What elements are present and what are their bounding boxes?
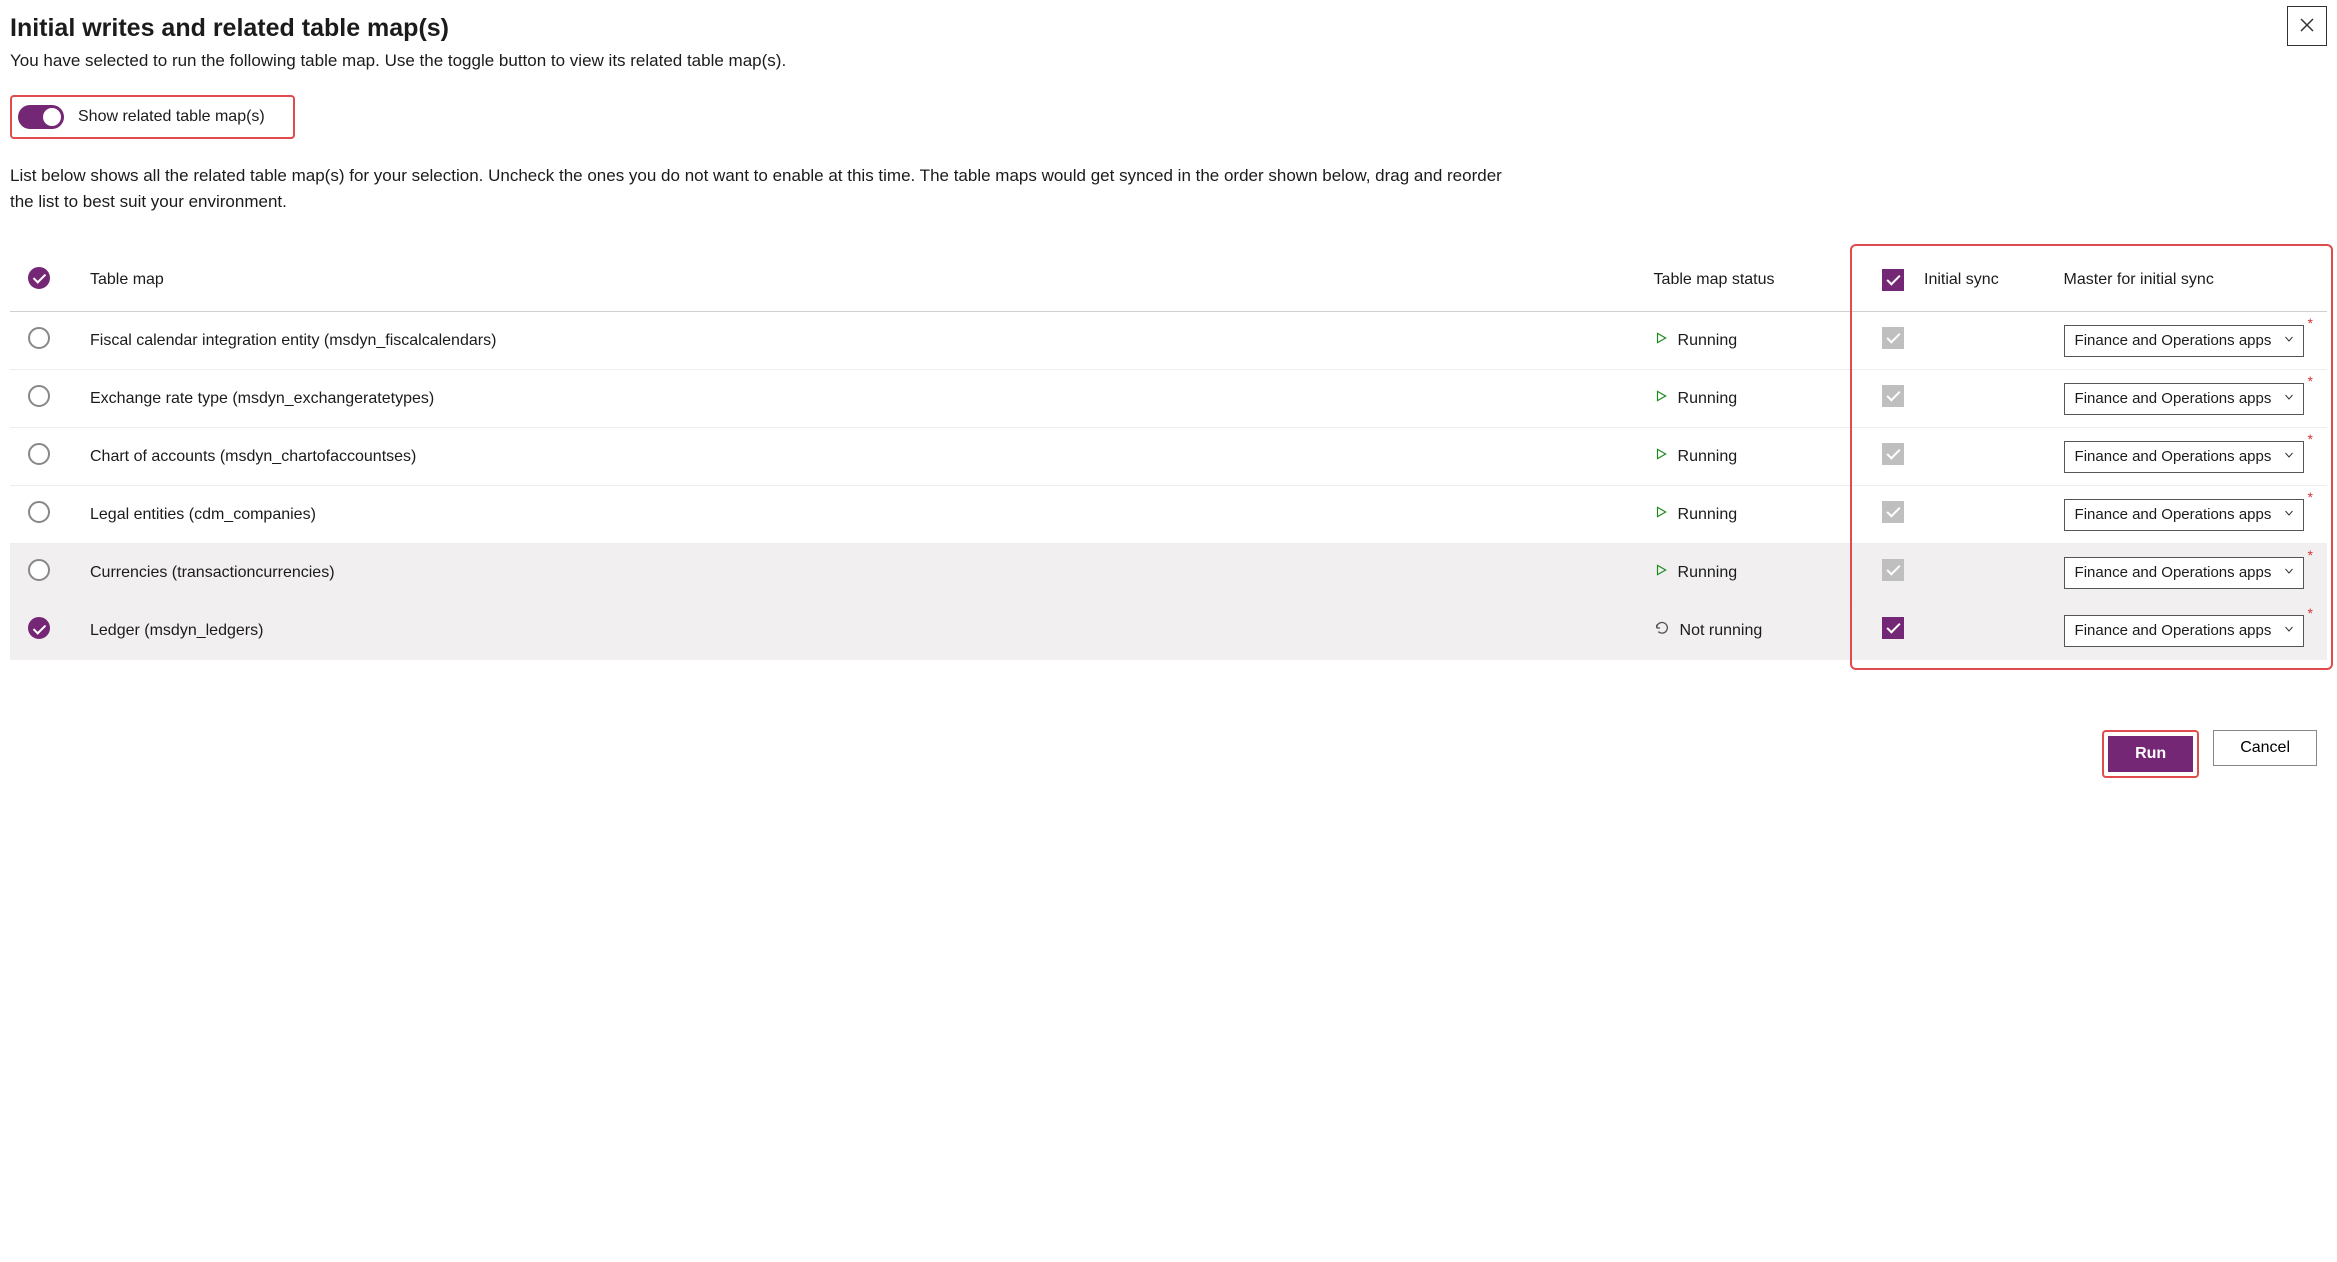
row-status-cell: Running <box>1654 389 1864 408</box>
row-status-text: Running <box>1678 448 1738 466</box>
table-wrap: Table map Table map status Initial sync … <box>10 250 2327 660</box>
show-related-toggle[interactable] <box>18 105 64 129</box>
play-icon <box>1654 563 1668 582</box>
row-status-cell: Running <box>1654 563 1864 582</box>
row-master-value: Finance and Operations apps <box>2075 448 2272 465</box>
required-asterisk: * <box>2308 373 2313 389</box>
initial-writes-dialog: Initial writes and related table map(s) … <box>0 0 2337 796</box>
refresh-icon <box>1654 620 1670 641</box>
run-button-highlight-annotation: Run <box>2102 730 2199 778</box>
row-status-text: Running <box>1678 390 1738 408</box>
row-select-radio[interactable] <box>28 327 50 349</box>
close-icon <box>2298 16 2316 37</box>
row-master-select[interactable]: Finance and Operations apps <box>2064 441 2304 473</box>
col-header-initial-sync[interactable]: Initial sync <box>1864 250 2064 312</box>
row-select-radio[interactable] <box>28 501 50 523</box>
required-asterisk: * <box>2308 315 2313 331</box>
row-name: Exchange rate type (msdyn_exchangeratety… <box>90 370 1654 428</box>
row-master-select[interactable]: Finance and Operations apps <box>2064 383 2304 415</box>
cancel-button[interactable]: Cancel <box>2213 730 2317 766</box>
col-header-table-map[interactable]: Table map <box>90 250 1654 312</box>
toggle-label: Show related table map(s) <box>78 108 265 126</box>
row-status-text: Running <box>1678 506 1738 524</box>
row-name: Ledger (msdyn_ledgers) <box>90 602 1654 660</box>
row-master-value: Finance and Operations apps <box>2075 390 2272 407</box>
row-name: Fiscal calendar integration entity (msdy… <box>90 312 1654 370</box>
table-maps-table: Table map Table map status Initial sync … <box>10 250 2327 660</box>
chevron-down-icon <box>2283 506 2295 523</box>
row-name: Chart of accounts (msdyn_chartofaccounts… <box>90 428 1654 486</box>
col-header-master[interactable]: Master for initial sync <box>2064 250 2327 312</box>
dialog-description: List below shows all the related table m… <box>10 163 1510 216</box>
toggle-knob <box>43 108 61 126</box>
row-initial-sync-checkbox <box>1882 501 1904 523</box>
chevron-down-icon <box>2283 622 2295 639</box>
row-master-select[interactable]: Finance and Operations apps <box>2064 557 2304 589</box>
table-header-row: Table map Table map status Initial sync … <box>10 250 2327 312</box>
row-master-select[interactable]: Finance and Operations apps <box>2064 615 2304 647</box>
row-master-value: Finance and Operations apps <box>2075 564 2272 581</box>
required-asterisk: * <box>2308 489 2313 505</box>
required-asterisk: * <box>2308 431 2313 447</box>
row-select-radio[interactable] <box>28 443 50 465</box>
table-row[interactable]: Chart of accounts (msdyn_chartofaccounts… <box>10 428 2327 486</box>
row-select-radio[interactable] <box>28 385 50 407</box>
select-all-radio[interactable] <box>28 267 50 289</box>
row-status-cell: Not running <box>1654 620 1864 641</box>
table-row[interactable]: Legal entities (cdm_companies) Running F… <box>10 486 2327 544</box>
row-name: Legal entities (cdm_companies) <box>90 486 1654 544</box>
run-button[interactable]: Run <box>2108 736 2193 772</box>
row-status-text: Running <box>1678 332 1738 350</box>
row-status-cell: Running <box>1654 331 1864 350</box>
play-icon <box>1654 447 1668 466</box>
row-name: Currencies (transactioncurrencies) <box>90 544 1654 602</box>
required-asterisk: * <box>2308 547 2313 563</box>
chevron-down-icon <box>2283 448 2295 465</box>
chevron-down-icon <box>2283 564 2295 581</box>
table-row[interactable]: Exchange rate type (msdyn_exchangeratety… <box>10 370 2327 428</box>
row-initial-sync-checkbox <box>1882 327 1904 349</box>
row-master-value: Finance and Operations apps <box>2075 332 2272 349</box>
row-status-text: Running <box>1678 564 1738 582</box>
row-master-value: Finance and Operations apps <box>2075 622 2272 639</box>
show-related-toggle-group: Show related table map(s) <box>10 95 295 139</box>
dialog-subtitle: You have selected to run the following t… <box>10 51 2327 71</box>
row-master-value: Finance and Operations apps <box>2075 506 2272 523</box>
play-icon <box>1654 505 1668 524</box>
row-initial-sync-checkbox <box>1882 385 1904 407</box>
dialog-title: Initial writes and related table map(s) <box>10 14 2327 43</box>
play-icon <box>1654 389 1668 408</box>
row-initial-sync-checkbox <box>1882 443 1904 465</box>
play-icon <box>1654 331 1668 350</box>
required-asterisk: * <box>2308 605 2313 621</box>
chevron-down-icon <box>2283 332 2295 349</box>
close-button[interactable] <box>2287 6 2327 46</box>
initial-sync-header-label: Initial sync <box>1924 271 1999 288</box>
table-row[interactable]: Ledger (msdyn_ledgers) Not running Finan… <box>10 602 2327 660</box>
table-row[interactable]: Fiscal calendar integration entity (msdy… <box>10 312 2327 370</box>
col-header-status[interactable]: Table map status <box>1654 250 1864 312</box>
row-initial-sync-checkbox <box>1882 559 1904 581</box>
row-select-radio[interactable] <box>28 559 50 581</box>
row-select-radio[interactable] <box>28 617 50 639</box>
row-initial-sync-checkbox[interactable] <box>1882 617 1904 639</box>
chevron-down-icon <box>2283 390 2295 407</box>
dialog-footer: Run Cancel <box>10 730 2327 778</box>
table-row[interactable]: Currencies (transactioncurrencies) Runni… <box>10 544 2327 602</box>
row-status-text: Not running <box>1680 622 1763 640</box>
row-status-cell: Running <box>1654 447 1864 466</box>
row-master-select[interactable]: Finance and Operations apps <box>2064 325 2304 357</box>
row-status-cell: Running <box>1654 505 1864 524</box>
row-master-select[interactable]: Finance and Operations apps <box>2064 499 2304 531</box>
initial-sync-header-checkbox[interactable] <box>1882 269 1904 291</box>
